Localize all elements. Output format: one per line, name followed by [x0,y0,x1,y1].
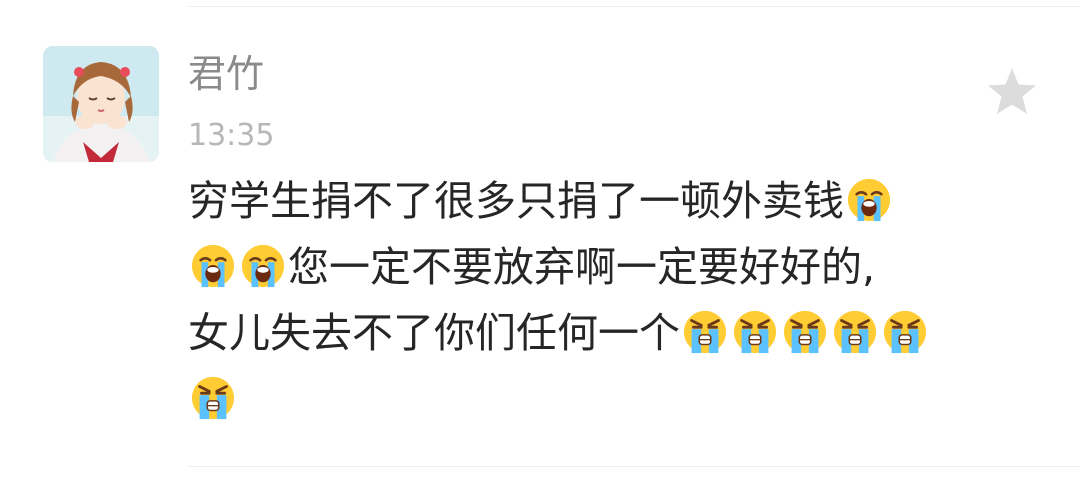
crying-face-emoji [190,375,236,436]
username[interactable]: 君竹 [188,48,264,100]
star-icon[interactable] [986,66,1038,116]
top-divider [188,6,1080,7]
crying-face-emoji [882,309,928,370]
comment-card: 君竹 13:35 穷学生捐不了很多只捐了一顿外卖钱 您一定不要放弃啊一定要好好的… [0,0,1080,484]
loudly-crying-face-emoji [846,177,892,238]
crying-face-emoji [732,309,778,370]
bottom-divider [188,466,1080,467]
comment-line-3: 女儿失去不了你们任何一个 [188,304,1038,370]
avatar[interactable] [43,46,159,162]
crying-face-emoji [782,309,828,370]
crying-face-emoji [832,309,878,370]
crying-face-emoji [682,309,728,370]
comment-text-1: 穷学生捐不了很多只捐了一顿外卖钱 [188,177,844,225]
comment-line-2: 您一定不要放弃啊一定要好好的, [188,238,1038,304]
comment-text-2: 您一定不要放弃啊一定要好好的, [288,243,876,291]
comment-line-4 [188,370,1038,436]
comment-text-3: 女儿失去不了你们任何一个 [188,309,680,357]
timestamp: 13:35 [188,118,275,153]
loudly-crying-face-emoji [190,243,236,304]
loudly-crying-face-emoji [240,243,286,304]
comment-line-1: 穷学生捐不了很多只捐了一顿外卖钱 [188,172,1038,238]
comment-body: 穷学生捐不了很多只捐了一顿外卖钱 您一定不要放弃啊一定要好好的, 女儿失去不了你… [188,172,1038,436]
